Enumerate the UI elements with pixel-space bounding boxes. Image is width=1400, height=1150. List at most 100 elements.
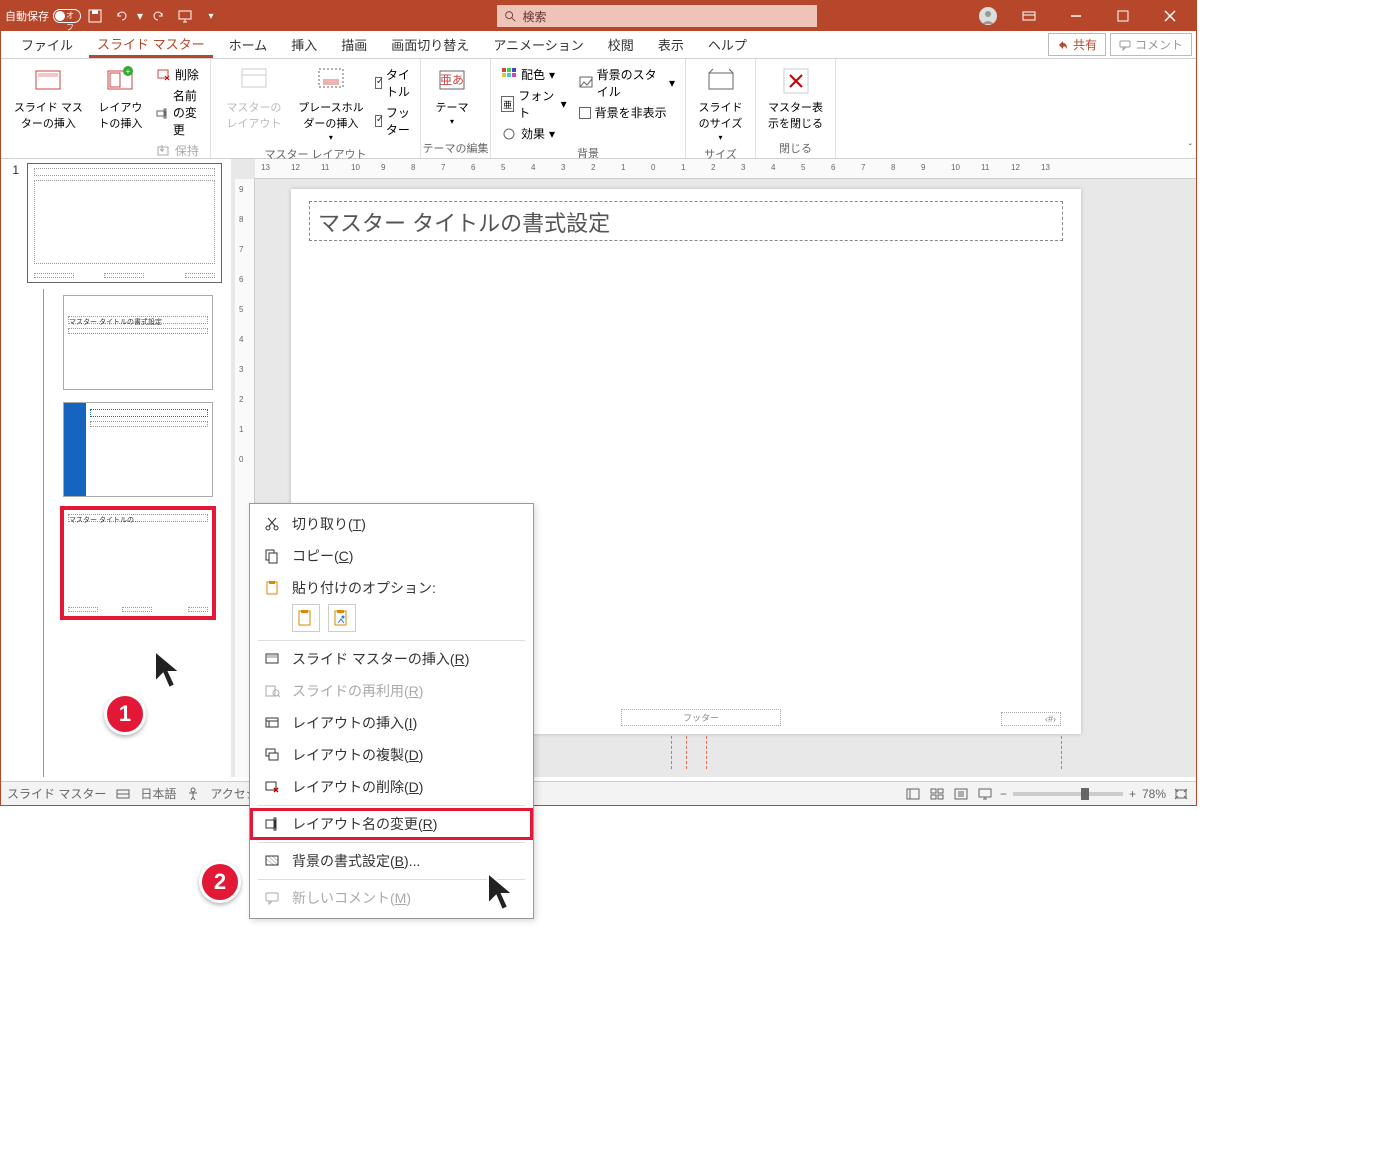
zoom-in-button[interactable]: + bbox=[1129, 787, 1136, 801]
close-icon[interactable] bbox=[1147, 1, 1192, 31]
ribbon-collapse-icon[interactable]: ˇ bbox=[1189, 143, 1192, 154]
paste-option-picture[interactable] bbox=[328, 604, 356, 632]
rename-button[interactable]: 名前の変更 bbox=[151, 86, 204, 139]
insert-layout-menu-icon bbox=[262, 713, 282, 733]
insert-slide-master-icon bbox=[32, 65, 64, 97]
share-button[interactable]: 共有 bbox=[1048, 33, 1106, 56]
accessibility-icon[interactable] bbox=[186, 787, 200, 801]
delete-button[interactable]: 削除 bbox=[151, 65, 204, 84]
ribbon-tabs: ファイル スライド マスター ホーム 挿入 描画 画面切り替え アニメーション … bbox=[1, 31, 1196, 59]
start-from-beginning-icon[interactable] bbox=[173, 4, 197, 28]
paste-option-theme[interactable] bbox=[292, 604, 320, 632]
zoom-level[interactable]: 78% bbox=[1142, 787, 1166, 801]
effects-icon bbox=[501, 126, 517, 142]
fit-to-window-icon[interactable] bbox=[1172, 786, 1190, 802]
checkbox-icon bbox=[579, 107, 591, 119]
checkbox-icon bbox=[375, 77, 382, 89]
tab-animations[interactable]: アニメーション bbox=[485, 31, 591, 58]
svg-text:+: + bbox=[126, 67, 131, 76]
tab-review[interactable]: 校閲 bbox=[600, 31, 642, 58]
bg-styles-button[interactable]: 背景のスタイル ▾ bbox=[575, 65, 679, 101]
svg-text:亜あ: 亜あ bbox=[440, 73, 464, 87]
undo-icon[interactable] bbox=[109, 4, 133, 28]
menu-rename-layout[interactable]: レイアウト名の変更(R) bbox=[250, 808, 533, 840]
ribbon-display-icon[interactable] bbox=[1006, 1, 1051, 31]
close-master-view-button[interactable]: マスター表示を閉じる bbox=[762, 63, 829, 133]
insert-layout-button[interactable]: + レイアウトの挿入 bbox=[90, 63, 151, 133]
title-checkbox[interactable]: タイトル bbox=[371, 65, 414, 101]
tab-view[interactable]: 表示 bbox=[650, 31, 692, 58]
autosave-toggle[interactable]: 自動保存 オフ bbox=[5, 8, 81, 24]
slide-number-placeholder[interactable]: ‹#› bbox=[1001, 712, 1061, 726]
tab-slide-master[interactable]: スライド マスター bbox=[89, 30, 213, 58]
status-language-icon[interactable] bbox=[116, 787, 130, 801]
autosave-switch[interactable]: オフ bbox=[53, 9, 81, 23]
view-sorter-icon[interactable] bbox=[928, 786, 946, 802]
effects-button[interactable]: 効果 ▾ bbox=[497, 124, 571, 143]
menu-duplicate-layout[interactable]: レイアウトの複製(D) bbox=[250, 739, 533, 771]
search-box[interactable]: 検索 bbox=[497, 5, 817, 27]
comments-button[interactable]: コメント bbox=[1110, 33, 1192, 56]
hide-bg-checkbox[interactable]: 背景を非表示 bbox=[575, 103, 679, 122]
layout-thumbnail-1[interactable]: マスター タイトルの書式設定 bbox=[63, 295, 213, 390]
view-reading-icon[interactable] bbox=[952, 786, 970, 802]
insert-slide-master-icon bbox=[262, 649, 282, 669]
menu-copy[interactable]: コピー(C) bbox=[250, 540, 533, 572]
minimize-icon[interactable] bbox=[1053, 1, 1098, 31]
zoom-slider[interactable] bbox=[1013, 792, 1123, 796]
layout-thumbnail-3[interactable]: マスター タイトルの… bbox=[63, 509, 213, 617]
share-icon bbox=[1057, 39, 1069, 51]
preserve-icon bbox=[155, 143, 171, 159]
layout-thumbnail-2[interactable] bbox=[63, 402, 213, 497]
callout-2: 2 bbox=[199, 861, 241, 903]
view-normal-icon[interactable] bbox=[904, 786, 922, 802]
footer-placeholder[interactable]: フッター bbox=[621, 709, 781, 726]
rename-icon bbox=[155, 105, 169, 121]
themes-icon: 亜あ bbox=[436, 65, 468, 97]
menu-delete-layout[interactable]: レイアウトの削除(D) bbox=[250, 771, 533, 803]
menu-insert-slide-master[interactable]: スライド マスターの挿入(R) bbox=[250, 643, 533, 675]
comment-icon bbox=[1119, 39, 1131, 51]
account-icon[interactable] bbox=[972, 4, 1004, 28]
status-mode: スライド マスター bbox=[7, 785, 106, 802]
redo-icon[interactable] bbox=[147, 4, 171, 28]
themes-button[interactable]: 亜あ テーマ▾ bbox=[427, 63, 477, 128]
qat-customize-icon[interactable]: ▾ bbox=[199, 4, 223, 28]
zoom-out-button[interactable]: − bbox=[1000, 787, 1007, 801]
save-icon[interactable] bbox=[83, 4, 107, 28]
checkbox-icon bbox=[375, 115, 382, 127]
tab-transitions[interactable]: 画面切り替え bbox=[383, 31, 477, 58]
maximize-icon[interactable] bbox=[1100, 1, 1145, 31]
menu-cut[interactable]: 切り取り(T) bbox=[250, 508, 533, 540]
format-background-icon bbox=[262, 851, 282, 871]
colors-button[interactable]: 配色 ▾ bbox=[497, 65, 571, 84]
tab-draw[interactable]: 描画 bbox=[333, 31, 375, 58]
status-language[interactable]: 日本語 bbox=[140, 785, 176, 802]
menu-paste-options-label: 貼り付けのオプション: bbox=[250, 572, 533, 604]
slide-size-icon bbox=[705, 65, 737, 97]
title-placeholder[interactable]: マスター タイトルの書式設定 bbox=[309, 201, 1063, 241]
rename-layout-icon bbox=[262, 814, 282, 834]
master-thumbnail[interactable] bbox=[27, 163, 222, 283]
search-icon bbox=[503, 9, 517, 23]
horizontal-ruler: 13121110987654321012345678910111213 bbox=[255, 159, 1196, 179]
tab-home[interactable]: ホーム bbox=[221, 31, 276, 58]
title-bar: 自動保存 オフ ▾ ▾ 検索 bbox=[1, 1, 1196, 31]
preserve-button[interactable]: 保持 bbox=[151, 141, 204, 160]
slide-size-button[interactable]: スライドのサイズ▾ bbox=[692, 63, 749, 144]
cursor-icon bbox=[485, 870, 525, 920]
insert-slide-master-button[interactable]: スライド マスターの挿入 bbox=[7, 63, 90, 133]
footer-checkbox[interactable]: フッター bbox=[371, 103, 414, 139]
paste-icon bbox=[262, 578, 282, 598]
insert-placeholder-button[interactable]: プレースホルダーの挿入▾ bbox=[291, 63, 371, 144]
undo-dropdown-icon[interactable]: ▾ bbox=[135, 4, 145, 28]
group-close-label: 閉じる bbox=[756, 138, 835, 158]
tab-file[interactable]: ファイル bbox=[13, 31, 81, 58]
tab-insert[interactable]: 挿入 bbox=[283, 31, 325, 58]
view-slideshow-icon[interactable] bbox=[976, 786, 994, 802]
menu-insert-layout[interactable]: レイアウトの挿入(I) bbox=[250, 707, 533, 739]
fonts-button[interactable]: 亜フォント ▾ bbox=[497, 86, 571, 122]
tab-help[interactable]: ヘルプ bbox=[700, 31, 755, 58]
callout-1: 1 bbox=[104, 693, 146, 735]
fonts-icon: 亜 bbox=[501, 96, 514, 112]
